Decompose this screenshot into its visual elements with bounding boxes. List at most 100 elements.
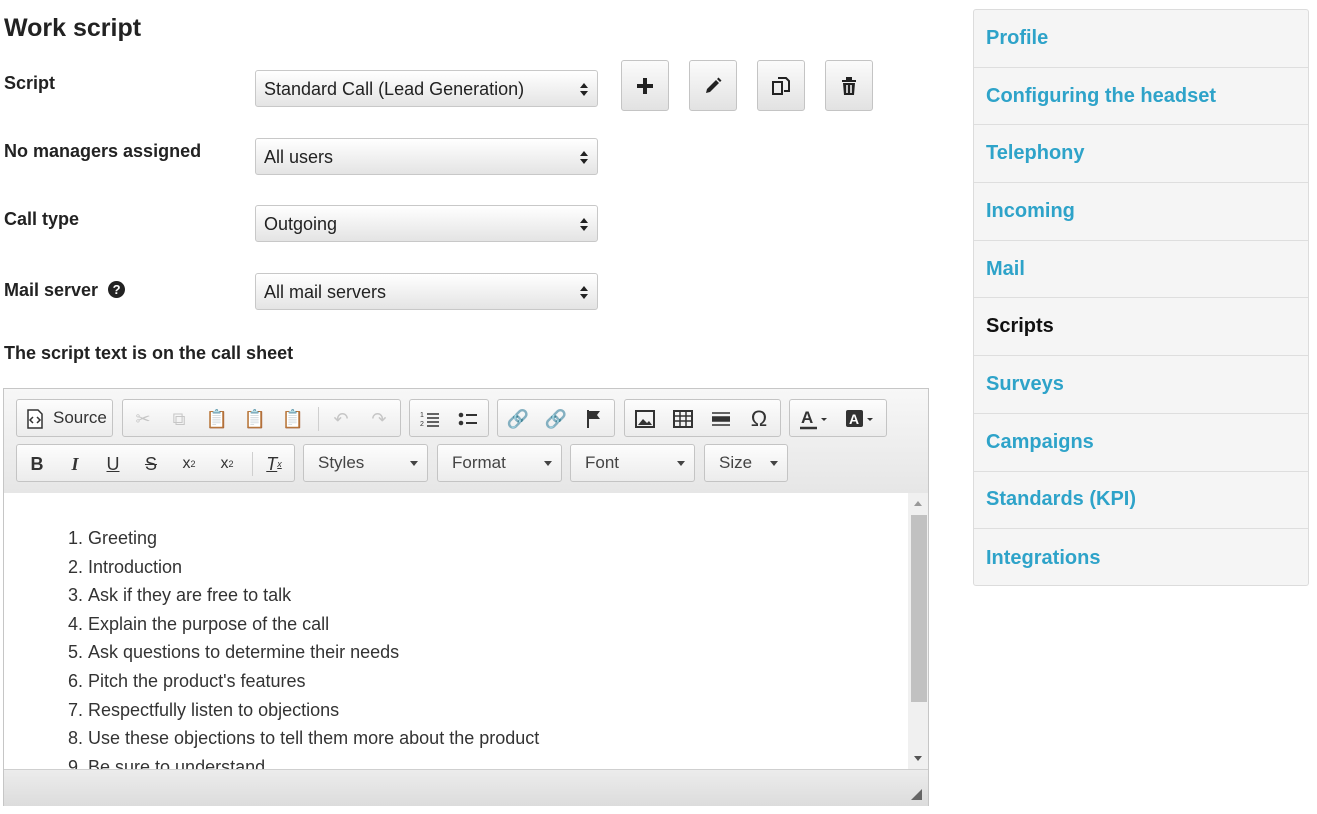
- help-icon[interactable]: ?: [108, 281, 126, 298]
- list-item: 5. Ask questions to determine their needs: [68, 638, 539, 667]
- format-combo[interactable]: Format: [437, 444, 562, 482]
- special-char-icon[interactable]: Ω: [745, 405, 773, 433]
- list-item-text: Explain the purpose of the call: [88, 613, 330, 634]
- bold-icon[interactable]: B: [23, 450, 51, 478]
- text-color-icon[interactable]: A: [796, 405, 836, 433]
- paste-text-icon[interactable]: 📋: [241, 405, 269, 433]
- unlink-icon[interactable]: 🔗: [542, 405, 570, 433]
- call-type-select[interactable]: Outgoing: [255, 205, 598, 242]
- link-group: 🔗 🔗: [497, 399, 615, 437]
- list-item-number: 9.: [68, 756, 84, 769]
- undo-icon[interactable]: ↶: [327, 405, 355, 433]
- insert-group: Ω: [624, 399, 781, 437]
- scroll-down-icon[interactable]: [914, 756, 922, 761]
- sidebar-item-telephony[interactable]: Telephony: [974, 125, 1308, 184]
- subscript-icon[interactable]: x2: [175, 450, 203, 478]
- styles-combo-label: Styles: [318, 453, 365, 472]
- managers-select[interactable]: All users: [255, 138, 598, 175]
- numbered-list-icon[interactable]: 12: [416, 405, 444, 433]
- anchor-flag-icon[interactable]: [580, 405, 608, 433]
- list-item-number: 7.: [68, 699, 84, 720]
- sidebar-item-campaigns[interactable]: Campaigns: [974, 414, 1308, 472]
- trash-icon: [842, 76, 856, 95]
- sidebar-item-integrations[interactable]: Integrations: [974, 529, 1308, 587]
- redo-icon[interactable]: ↷: [365, 405, 393, 433]
- list-item-number: 4.: [68, 613, 84, 634]
- color-group: A A: [789, 399, 887, 437]
- sidebar-item-incoming[interactable]: Incoming: [974, 183, 1308, 241]
- script-label: Script: [4, 73, 56, 93]
- link-icon[interactable]: 🔗: [504, 405, 532, 433]
- size-combo[interactable]: Size: [704, 444, 788, 482]
- format-combo-label: Format: [452, 453, 506, 472]
- table-icon[interactable]: [669, 405, 697, 433]
- script-text-label: The script text is on the call sheet: [4, 343, 294, 363]
- image-svg: [635, 410, 655, 428]
- managers-select-value: All users: [264, 147, 334, 167]
- list-item-text: Use these objections to tell them more a…: [88, 728, 540, 749]
- page-title: Work script: [4, 14, 142, 42]
- bulleted-list-icon[interactable]: [454, 405, 482, 433]
- list-item-number: 6.: [68, 670, 84, 691]
- svg-text:1: 1: [420, 412, 424, 419]
- underline-icon[interactable]: U: [99, 450, 127, 478]
- mail-server-select[interactable]: All mail servers: [255, 273, 598, 310]
- sidebar-item-standards-kpi[interactable]: Standards (KPI): [974, 472, 1308, 530]
- list-item: 2. Introduction: [68, 553, 539, 582]
- separator: [252, 452, 253, 476]
- list-item-text: Ask questions to determine their needs: [88, 642, 400, 663]
- table-svg: [673, 410, 693, 428]
- sidebar-item-surveys[interactable]: Surveys: [974, 356, 1308, 414]
- font-combo[interactable]: Font: [570, 444, 695, 482]
- source-button[interactable]: Source: [16, 399, 113, 437]
- copy-script-button[interactable]: [757, 60, 805, 111]
- chevron-down-icon: [770, 461, 778, 466]
- scroll-up-icon[interactable]: [914, 501, 922, 506]
- editor-scrollbar[interactable]: [908, 493, 928, 769]
- sidebar-item-profile[interactable]: Profile: [974, 10, 1308, 68]
- editor-toolbar: Source ✂ ⧉ 📋 📋 📋 ↶ ↷ 12 🔗 🔗 Ω A A B I U …: [4, 389, 928, 494]
- editor-statusbar: [4, 769, 928, 806]
- text-color-svg: A: [800, 408, 827, 430]
- chevron-down-icon: [544, 461, 552, 466]
- paste-word-icon[interactable]: 📋: [279, 405, 307, 433]
- resize-handle-icon[interactable]: [911, 789, 922, 800]
- list-item-number: 5.: [68, 642, 84, 663]
- chevron-down-icon: [410, 461, 418, 466]
- size-combo-label: Size: [719, 453, 753, 472]
- image-icon[interactable]: [631, 405, 659, 433]
- cut-icon[interactable]: ✂: [129, 405, 157, 433]
- remove-format-icon[interactable]: Tx: [260, 450, 288, 478]
- hr-svg: [712, 412, 730, 426]
- sidebar-item-mail[interactable]: Mail: [974, 241, 1308, 299]
- select-arrows-icon: [580, 151, 588, 164]
- select-arrows-icon: [580, 218, 588, 231]
- background-color-icon[interactable]: A: [842, 405, 882, 433]
- svg-text:2: 2: [420, 421, 424, 428]
- editor-content[interactable]: 1. Greeting 2. Introduction 3. Ask if they …: [4, 493, 908, 769]
- copy-icon[interactable]: ⧉: [165, 405, 193, 433]
- list-item-number: 8.: [68, 728, 84, 749]
- horizontal-line-icon[interactable]: [707, 405, 735, 433]
- paste-icon[interactable]: 📋: [203, 405, 231, 433]
- sidebar-item-configuring-headset[interactable]: Configuring the headset: [974, 68, 1308, 126]
- svg-text:A: A: [849, 411, 859, 427]
- list-item-number: 1.: [68, 528, 84, 548]
- list-item-text: Be sure to understand: [88, 756, 266, 769]
- script-select[interactable]: Standard Call (Lead Generation): [255, 70, 598, 107]
- add-script-button[interactable]: [621, 60, 669, 111]
- edit-script-button[interactable]: [689, 60, 737, 111]
- sidebar-item-scripts[interactable]: Scripts: [974, 298, 1308, 357]
- list-item: 4. Explain the purpose of the call: [68, 610, 539, 639]
- superscript-icon[interactable]: x2: [213, 450, 241, 478]
- strikethrough-icon[interactable]: S: [137, 450, 165, 478]
- rich-text-editor: Source ✂ ⧉ 📋 📋 📋 ↶ ↷ 12 🔗 🔗 Ω A A B I U …: [3, 388, 929, 806]
- chevron-down-icon: [677, 461, 685, 466]
- styles-combo[interactable]: Styles: [303, 444, 428, 482]
- list-item-text: Introduction: [88, 556, 183, 577]
- delete-script-button[interactable]: [825, 60, 873, 111]
- italic-icon[interactable]: I: [61, 450, 89, 478]
- scrollbar-thumb[interactable]: [911, 515, 927, 702]
- source-label: Source: [53, 408, 107, 427]
- bg-color-svg: A: [846, 410, 873, 427]
